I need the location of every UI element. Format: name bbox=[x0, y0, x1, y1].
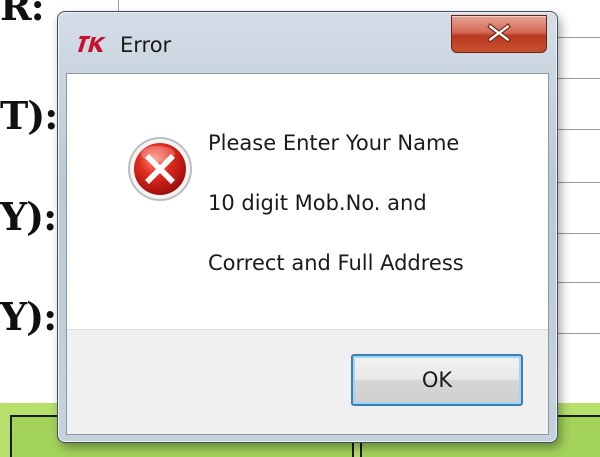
close-icon bbox=[487, 23, 511, 43]
background-label-fragment: Y): bbox=[0, 194, 57, 239]
error-message-line: 10 digit Mob.No. and bbox=[208, 191, 427, 215]
background-label-fragment: R: bbox=[0, 0, 45, 29]
ok-button[interactable]: OK bbox=[351, 354, 523, 406]
error-x-circle-icon bbox=[125, 134, 195, 204]
background-label-fragment: Y): bbox=[0, 294, 57, 339]
error-message-line: Correct and Full Address bbox=[208, 251, 464, 275]
tk-feather-icon bbox=[77, 32, 111, 59]
error-message-line: Please Enter Your Name bbox=[208, 131, 460, 155]
dialog-content: Please Enter Your Name 10 digit Mob.No. … bbox=[66, 73, 549, 435]
dialog-titlebar[interactable]: Error bbox=[58, 12, 557, 72]
dialog-title: Error bbox=[120, 33, 172, 57]
desktop-screen: R: T): Y): Y): Error Please Enter Your N… bbox=[0, 0, 600, 457]
error-dialog: Error Please Enter Your Name 10 digit Mo… bbox=[57, 11, 558, 443]
background-label-fragment: T): bbox=[0, 93, 58, 138]
close-button[interactable] bbox=[451, 15, 547, 53]
